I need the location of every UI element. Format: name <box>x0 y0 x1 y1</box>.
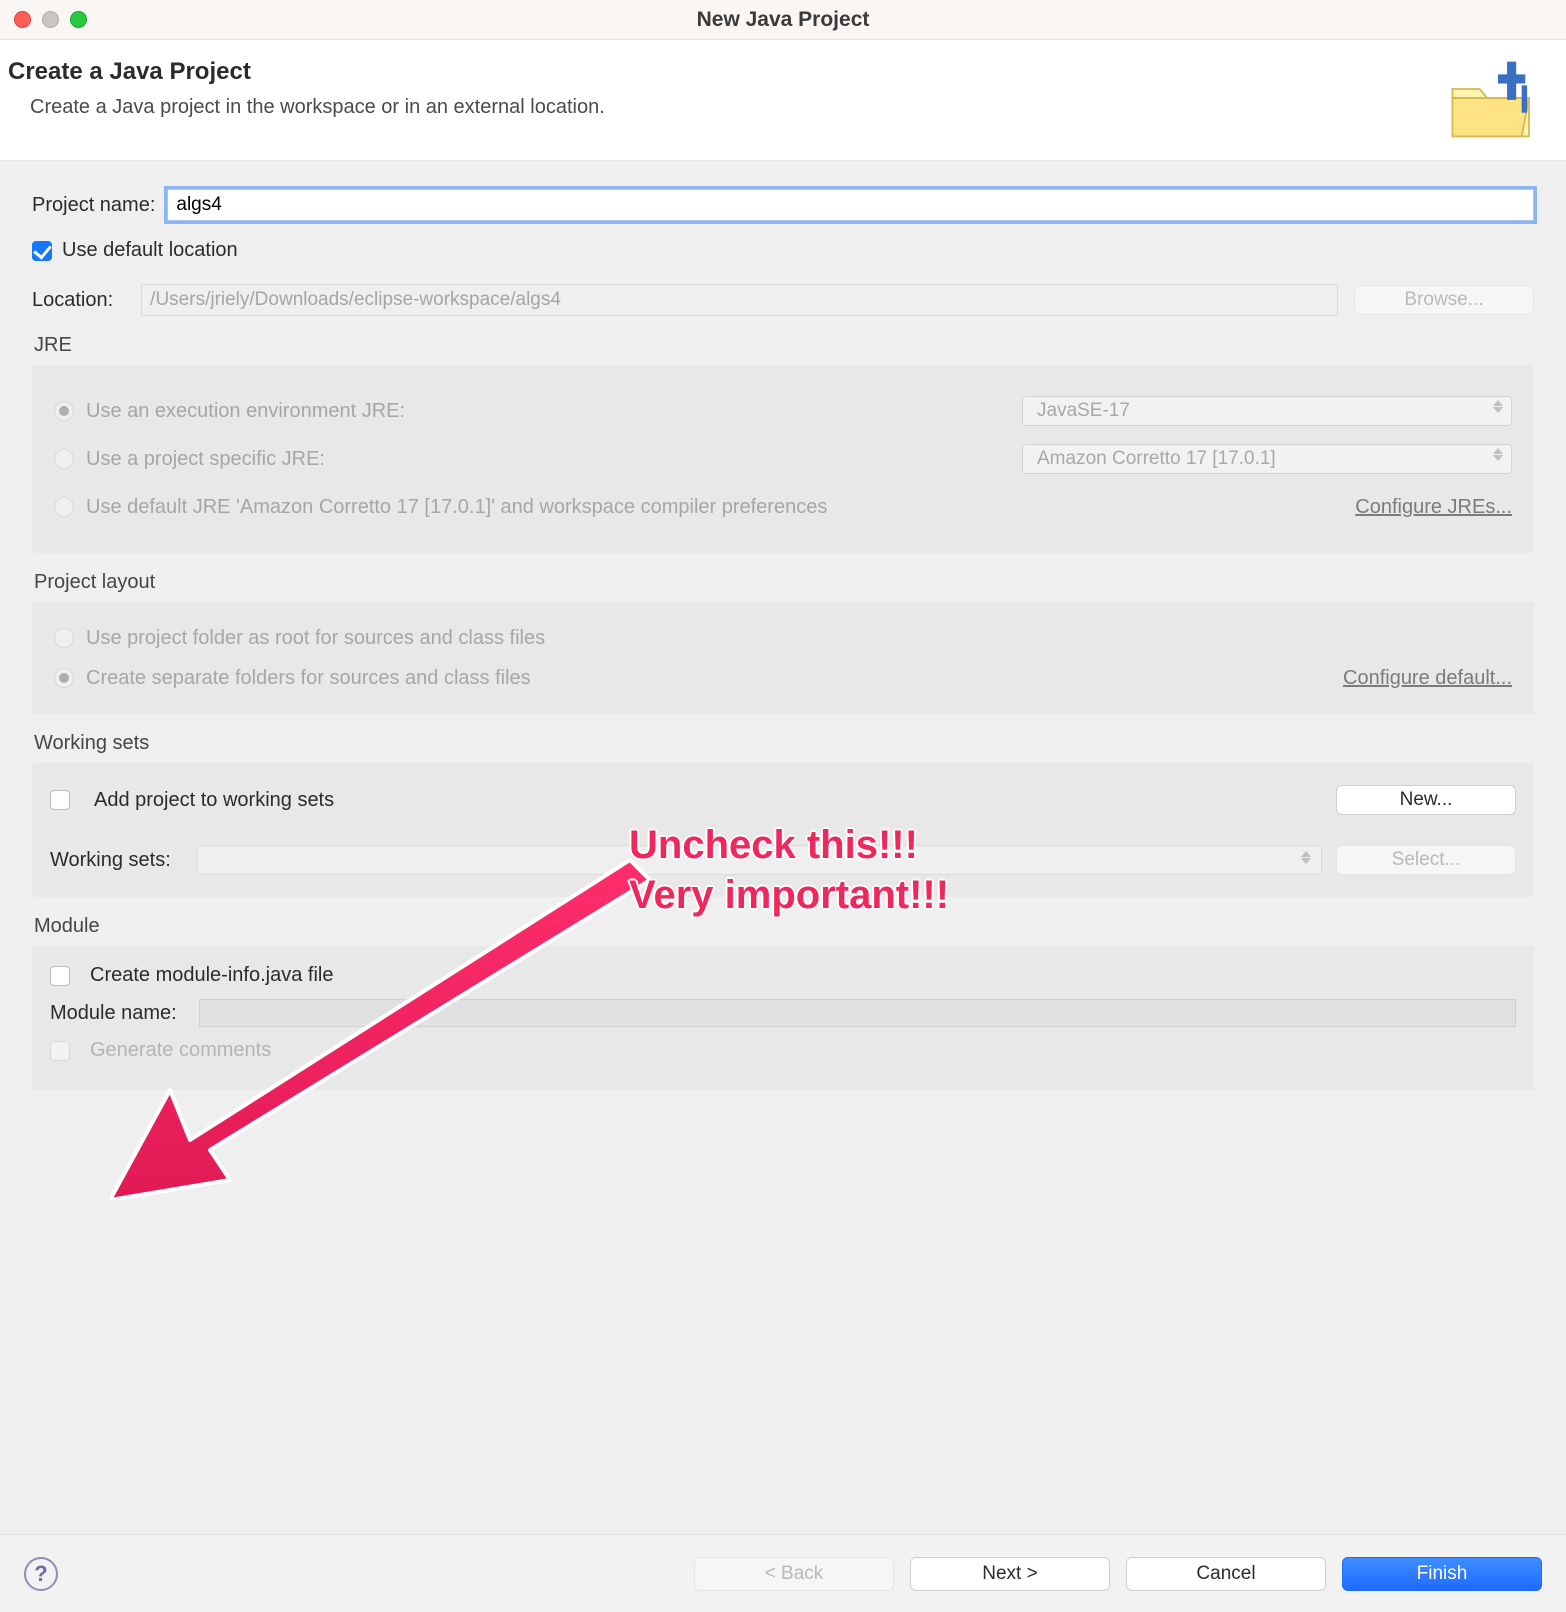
jre-group-label: JRE <box>34 334 1534 357</box>
jre-group: Use an execution environment JRE: JavaSE… <box>32 365 1534 553</box>
module-group-label: Module <box>34 915 1534 938</box>
jre-project-combo[interactable]: Amazon Corretto 17 [17.0.1] <box>1022 444 1512 474</box>
use-default-location-label: Use default location <box>62 239 238 262</box>
jre-default-label: Use default JRE 'Amazon Corretto 17 [17.… <box>86 496 827 519</box>
wizard-footer: ? < Back Next > Cancel Finish <box>0 1534 1566 1612</box>
select-working-set-button: Select... <box>1336 845 1516 875</box>
jre-env-radio[interactable] <box>54 401 74 421</box>
generate-comments-checkbox <box>50 1041 70 1061</box>
help-icon[interactable]: ? <box>24 1557 58 1591</box>
wizard-icon <box>1445 58 1540 140</box>
next-button[interactable]: Next > <box>910 1557 1110 1591</box>
layout-root-radio[interactable] <box>54 628 74 648</box>
layout-root-label: Use project folder as root for sources a… <box>86 627 545 650</box>
browse-button: Browse... <box>1354 285 1534 315</box>
configure-default-link[interactable]: Configure default... <box>1343 667 1512 690</box>
jre-project-radio[interactable] <box>54 449 74 469</box>
back-button: < Back <box>694 1557 894 1591</box>
wizard-content: Project name: Use default location Locat… <box>0 161 1566 1534</box>
layout-separate-label: Create separate folders for sources and … <box>86 667 531 690</box>
layout-separate-radio[interactable] <box>54 668 74 688</box>
working-sets-combo[interactable] <box>197 845 1322 875</box>
use-default-location-checkbox[interactable] <box>32 241 52 261</box>
working-sets-label: Working sets: <box>50 849 171 872</box>
project-name-input[interactable] <box>167 189 1534 221</box>
ws-group: Add project to working sets New... Worki… <box>32 763 1534 897</box>
new-working-set-button[interactable]: New... <box>1336 785 1516 815</box>
location-label: Location: <box>32 289 113 312</box>
page-title: Create a Java Project <box>8 58 605 86</box>
cancel-button[interactable]: Cancel <box>1126 1557 1326 1591</box>
layout-group-label: Project layout <box>34 571 1534 594</box>
add-working-sets-label: Add project to working sets <box>94 789 334 812</box>
generate-comments-label: Generate comments <box>90 1039 271 1062</box>
window-title: New Java Project <box>0 8 1566 32</box>
finish-button[interactable]: Finish <box>1342 1557 1542 1591</box>
layout-group: Use project folder as root for sources a… <box>32 602 1534 714</box>
jre-project-label: Use a project specific JRE: <box>86 448 325 471</box>
page-subtitle: Create a Java project in the workspace o… <box>30 96 605 119</box>
ws-group-label: Working sets <box>34 732 1534 755</box>
jre-project-combo-value: Amazon Corretto 17 [17.0.1] <box>1037 448 1276 470</box>
location-input <box>141 284 1338 316</box>
jre-env-combo[interactable]: JavaSE-17 <box>1022 396 1512 426</box>
configure-jres-link[interactable]: Configure JREs... <box>1355 496 1512 519</box>
titlebar: New Java Project <box>0 0 1566 40</box>
module-name-label: Module name: <box>50 1002 177 1025</box>
create-module-info-checkbox[interactable] <box>50 966 70 986</box>
create-module-info-label: Create module-info.java file <box>90 964 333 987</box>
jre-env-label: Use an execution environment JRE: <box>86 400 405 423</box>
module-name-input <box>199 999 1516 1027</box>
add-working-sets-checkbox[interactable] <box>50 790 70 810</box>
project-name-label: Project name: <box>32 194 155 217</box>
jre-default-radio[interactable] <box>54 497 74 517</box>
jre-env-combo-value: JavaSE-17 <box>1037 400 1130 422</box>
wizard-header: Create a Java Project Create a Java proj… <box>0 40 1566 161</box>
module-group: Create module-info.java file Module name… <box>32 946 1534 1090</box>
